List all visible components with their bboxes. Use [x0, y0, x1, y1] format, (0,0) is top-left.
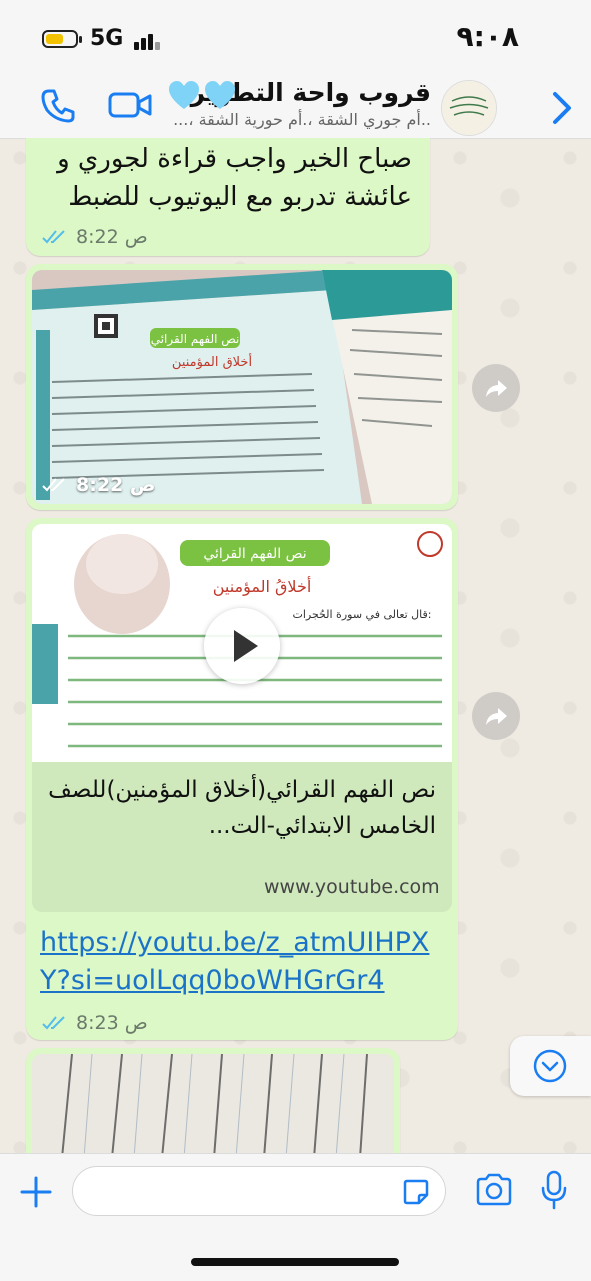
- thumbnail-header: نص الفهم القرائي: [203, 546, 306, 562]
- link-preview-domain: www.youtube.com: [264, 876, 440, 898]
- photo-title-text: أخلاق المؤمنين: [172, 353, 252, 370]
- play-icon[interactable]: [204, 608, 280, 684]
- message-time: 8:23 ص: [76, 1012, 148, 1034]
- battery-icon: [42, 30, 82, 48]
- book-page-photo[interactable]: نص الفهم القرائي أخلاق المؤمنين: [32, 270, 452, 504]
- status-bar: 5G ٩:٠٨: [0, 0, 591, 78]
- chat-header: قروب واحة التطوير ..أم جوري الشقة ،.أم ح…: [0, 78, 591, 139]
- message-input-box[interactable]: [72, 1166, 446, 1216]
- thumbnail-title: أخلاقُ المؤمنين: [213, 576, 312, 597]
- read-ticks-icon: [42, 230, 65, 244]
- message-bubble-link[interactable]: نص الفهم القرائي أخلاقُ المؤمنين قال تعا…: [26, 518, 458, 1040]
- message-meta: 8:22 ص: [42, 226, 148, 248]
- message-meta: 8:22 ص: [42, 474, 155, 496]
- chevron-down-icon: [533, 1049, 567, 1083]
- notebook-photo[interactable]: [32, 1054, 394, 1158]
- forward-icon: [486, 708, 507, 725]
- back-chevron-icon[interactable]: [547, 88, 577, 128]
- plus-icon[interactable]: [18, 1174, 54, 1210]
- group-avatar[interactable]: [441, 80, 497, 136]
- link-preview-title: نص الفهم القرائي(أخلاق المؤمنين)للصف الخ…: [48, 777, 436, 839]
- blue-heart-icon: [169, 81, 235, 109]
- message-time: 8:22 ص: [76, 474, 156, 496]
- link-preview-card[interactable]: نص الفهم القرائي أخلاقُ المؤمنين قال تعا…: [32, 524, 452, 912]
- message-bubble-text[interactable]: صباح الخير واجب قراءة لجوري و عائشة تدرب…: [26, 138, 430, 256]
- message-meta: 8:23 ص: [42, 1012, 148, 1034]
- forward-icon: [486, 380, 507, 397]
- clock: ٩:٠٨: [456, 20, 519, 53]
- message-link[interactable]: https://youtu.be/z_atmUIHPXY?si=uolLqq0b…: [40, 924, 454, 1000]
- read-ticks-icon: [42, 478, 65, 492]
- message-input[interactable]: [91, 1175, 385, 1207]
- read-ticks-icon: [42, 1016, 65, 1030]
- microphone-icon[interactable]: [540, 1170, 568, 1210]
- message-bubble-image[interactable]: نص الفهم القرائي أخلاق المؤمنين 8:22 ص: [26, 264, 458, 510]
- home-indicator: [191, 1258, 399, 1266]
- book-photo-illustration: نص الفهم القرائي أخلاق المؤمنين: [32, 270, 452, 504]
- group-members: ..أم جوري الشقة ،.أم حورية الشقة ،...: [173, 110, 431, 129]
- video-thumbnail[interactable]: نص الفهم القرائي أخلاقُ المؤمنين قال تعا…: [32, 524, 452, 762]
- forward-button[interactable]: [472, 364, 520, 412]
- video-call-icon[interactable]: [108, 90, 152, 120]
- camera-icon[interactable]: [474, 1172, 514, 1208]
- message-time: 8:22 ص: [76, 226, 148, 248]
- message-bubble-image[interactable]: [26, 1048, 400, 1158]
- message-text: صباح الخير واجب قراءة لجوري و عائشة تدرب…: [57, 144, 412, 212]
- signal-icon: [134, 30, 162, 50]
- notebook-photo-art: [32, 1054, 394, 1158]
- network-label: 5G: [90, 26, 124, 51]
- scroll-to-bottom-button[interactable]: [510, 1036, 591, 1096]
- sticker-icon[interactable]: [402, 1178, 430, 1206]
- photo-header-text: نص الفهم القرائي: [151, 332, 240, 347]
- forward-button[interactable]: [472, 692, 520, 740]
- phone-call-icon[interactable]: [40, 88, 76, 124]
- thumbnail-subtitle: قال تعالى في سورة الحُجرات:: [292, 608, 431, 621]
